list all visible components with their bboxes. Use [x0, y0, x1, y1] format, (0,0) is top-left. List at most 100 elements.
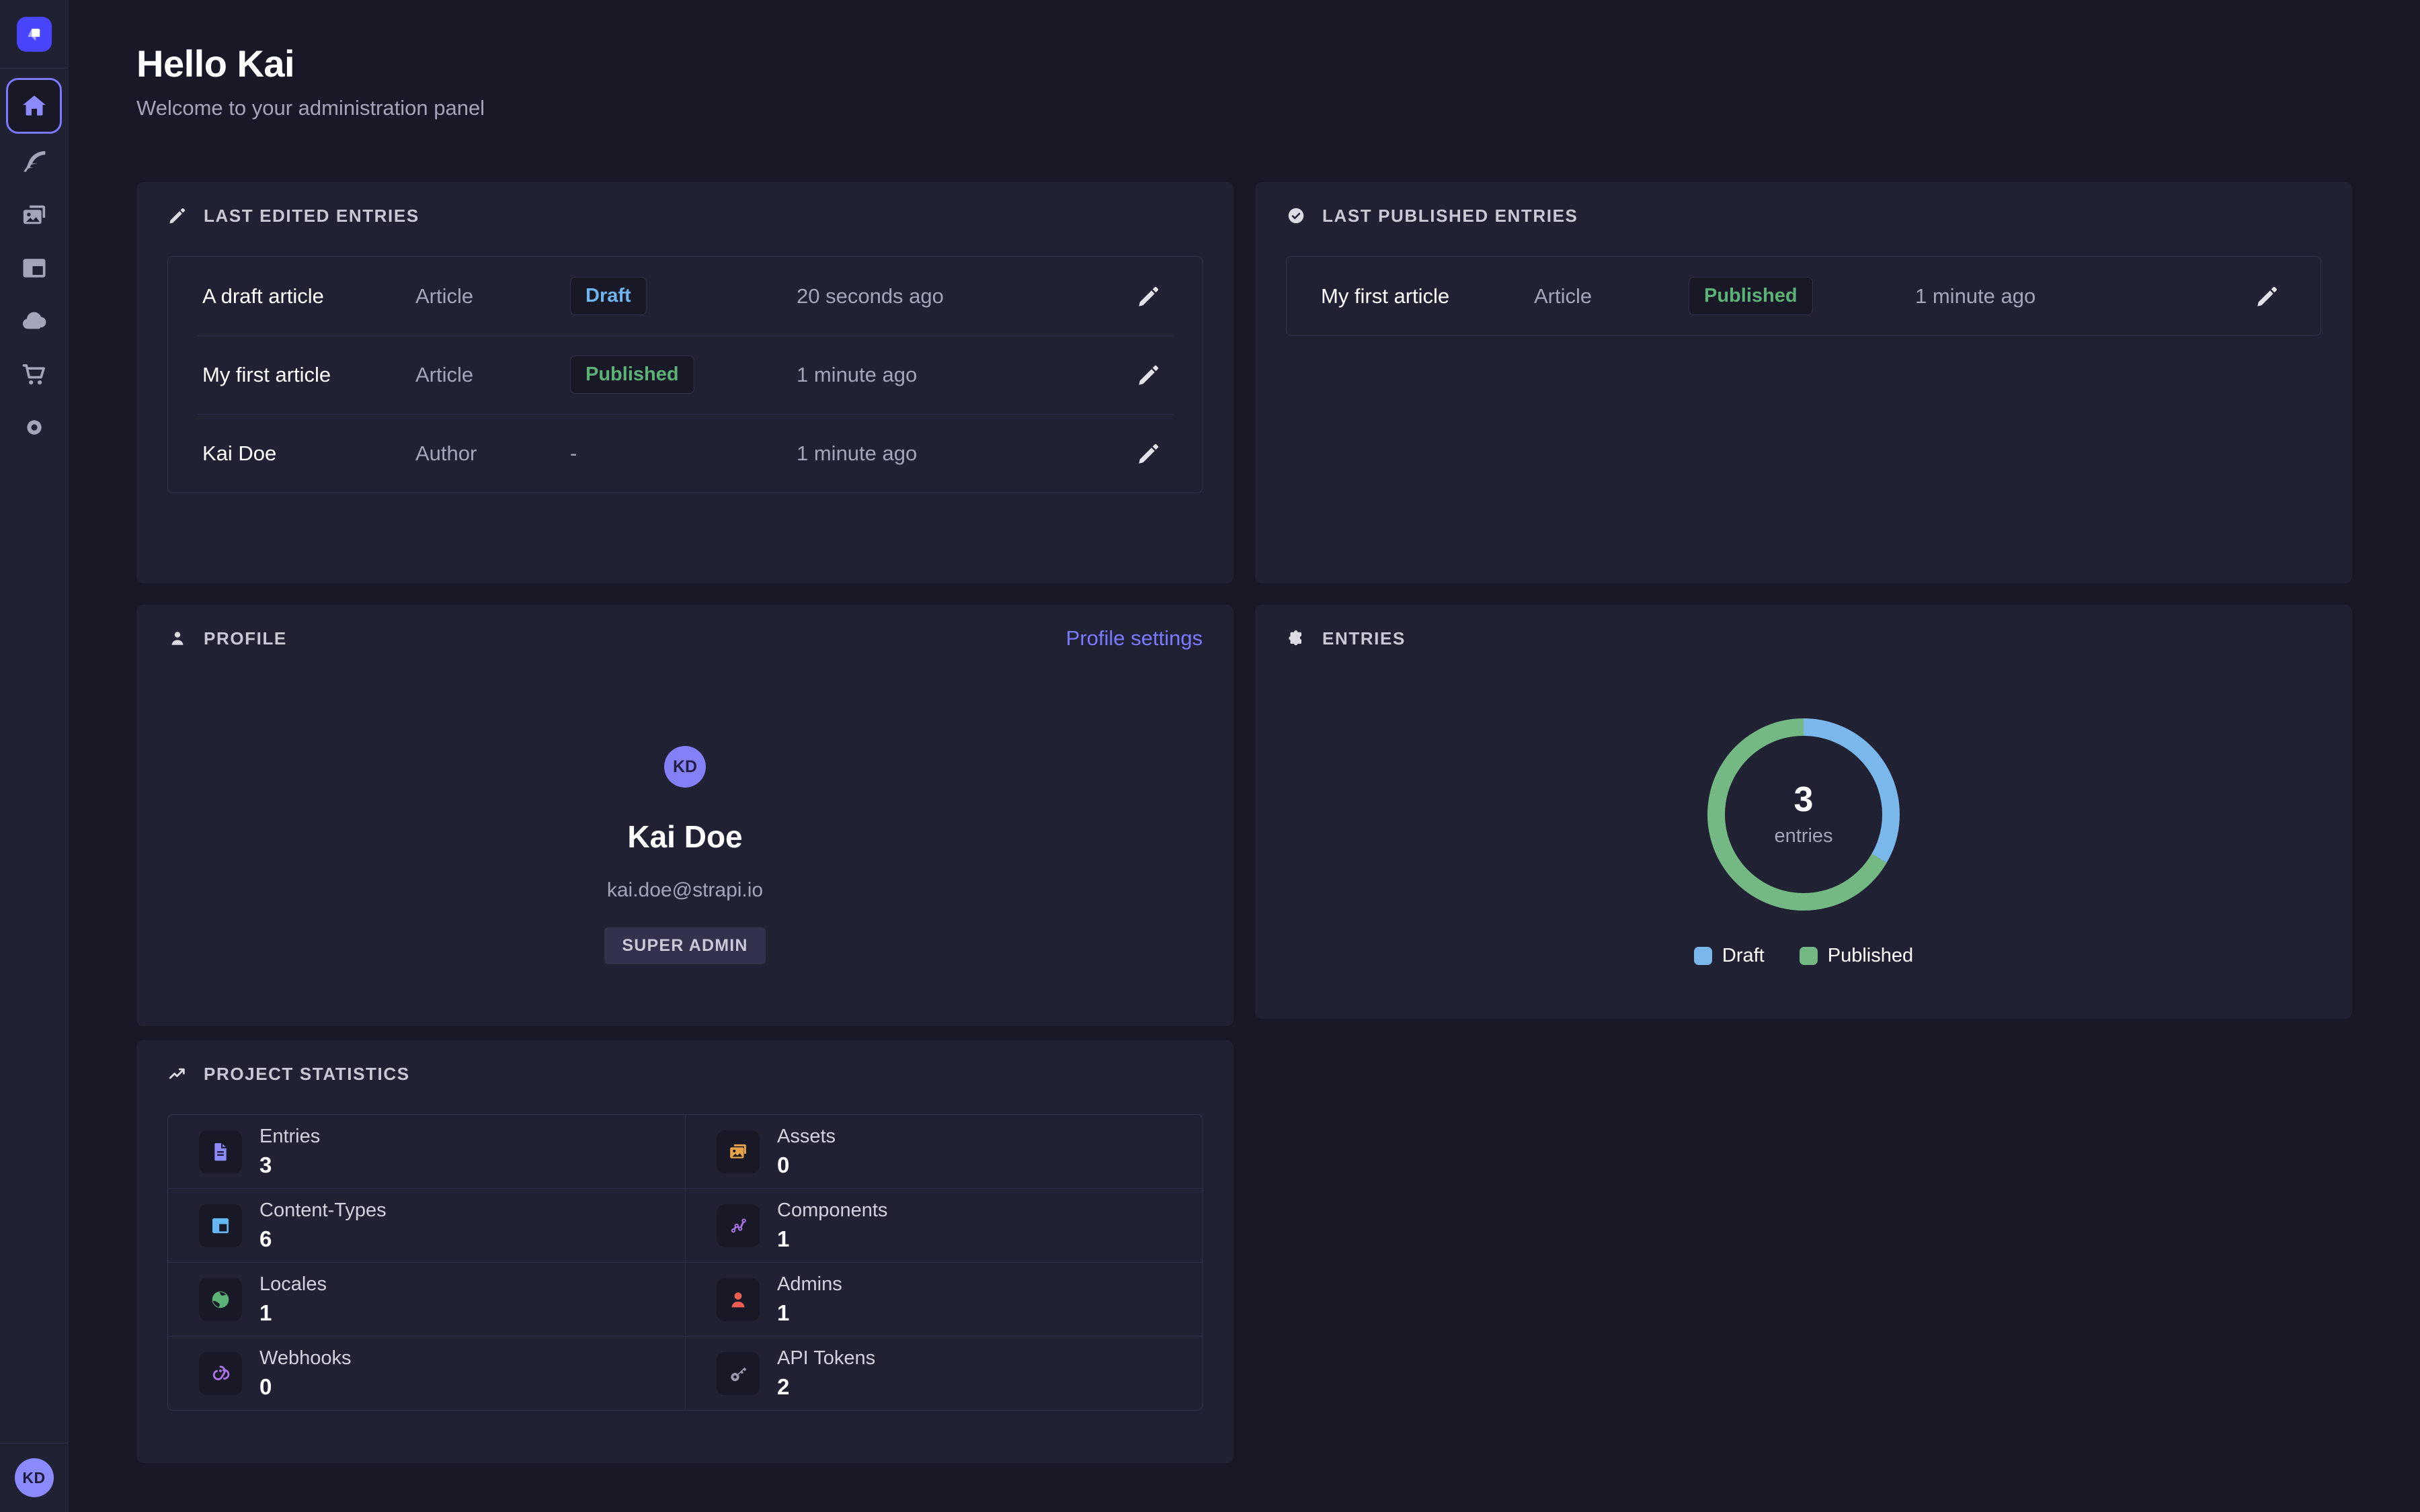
stat-label: API Tokens — [777, 1347, 875, 1370]
table-row[interactable]: Kai Doe Author - 1 minute ago — [168, 414, 1202, 493]
layout-icon — [19, 253, 49, 283]
person-icon — [717, 1278, 760, 1321]
right-column: LAST PUBLISHED ENTRIES My first article … — [1255, 182, 2352, 1463]
stat-label: Admins — [777, 1273, 842, 1296]
stat-admins: Admins 1 — [685, 1263, 1202, 1336]
stat-value: 6 — [259, 1226, 387, 1252]
last-edited-entries-card: LAST EDITED ENTRIES A draft article Arti… — [136, 182, 1234, 583]
main-content: Hello Kai Welcome to your administration… — [69, 0, 2420, 1512]
stat-entries: Entries 3 — [168, 1115, 685, 1188]
pencil-icon — [2255, 284, 2280, 309]
stat-value: 3 — [259, 1152, 320, 1178]
table-row[interactable]: My first article Article Published 1 min… — [168, 335, 1202, 414]
last-edited-table: A draft article Article Draft 20 seconds… — [167, 256, 1203, 493]
check-circle-icon — [1286, 206, 1306, 226]
pencil-icon — [167, 206, 188, 226]
entries-total-label: entries — [1774, 825, 1832, 847]
profile-name: Kai Doe — [627, 818, 742, 855]
sidebar-item-media-library[interactable] — [6, 188, 62, 241]
chart-legend: Draft Published — [1286, 945, 2321, 967]
edit-entry-button[interactable] — [1121, 441, 1162, 466]
entry-name: My first article — [1321, 284, 1534, 308]
entries-card: ENTRIES 3 entries — [1255, 605, 2352, 1019]
stat-label: Content-Types — [259, 1200, 387, 1222]
sidebar-user-avatar[interactable]: KD — [15, 1458, 54, 1497]
page-subtitle: Welcome to your administration panel — [136, 96, 2352, 120]
layout-icon — [199, 1204, 242, 1247]
stat-value: 1 — [259, 1300, 327, 1326]
sidebar-item-content-manager[interactable] — [6, 135, 62, 188]
entry-name: My first article — [202, 363, 415, 387]
document-icon — [199, 1130, 242, 1173]
images-icon — [19, 200, 49, 230]
key-icon — [717, 1352, 760, 1395]
last-published-table: My first article Article Published 1 min… — [1286, 256, 2321, 336]
project-statistics-card: PROJECT STATISTICS Entries 3 — [136, 1040, 1234, 1463]
sidebar: KD — [0, 0, 69, 1512]
profile-avatar: KD — [664, 746, 706, 788]
sidebar-divider-top — [0, 68, 68, 69]
sidebar-footer: KD — [0, 1443, 68, 1512]
cart-icon — [19, 360, 49, 389]
status-badge: Published — [1689, 277, 1813, 315]
edit-entry-button[interactable] — [1121, 284, 1162, 309]
edit-entry-button[interactable] — [1121, 362, 1162, 388]
stat-label: Assets — [777, 1126, 836, 1148]
stat-locales: Locales 1 — [168, 1263, 685, 1336]
legend-label: Published — [1828, 945, 1913, 967]
table-row[interactable]: A draft article Article Draft 20 seconds… — [168, 257, 1202, 335]
profile-settings-link[interactable]: Profile settings — [1066, 626, 1203, 650]
stat-content-types: Content-Types 6 — [168, 1189, 685, 1262]
sidebar-item-settings[interactable] — [6, 401, 62, 454]
edit-entry-button[interactable] — [2240, 284, 2280, 309]
role-badge: SUPER ADMIN — [604, 927, 765, 964]
card-title: ENTRIES — [1322, 628, 1406, 649]
published-swatch — [1800, 947, 1818, 965]
stat-label: Components — [777, 1200, 887, 1222]
card-title: PROJECT STATISTICS — [204, 1064, 410, 1085]
stat-components: Components 1 — [685, 1189, 1202, 1262]
pencil-icon — [1136, 441, 1162, 466]
entry-name: A draft article — [202, 284, 415, 308]
strapi-logo[interactable] — [17, 17, 52, 52]
profile-email: kai.doe@strapi.io — [607, 879, 763, 902]
stat-value: 1 — [777, 1226, 887, 1252]
trend-up-icon — [167, 1064, 188, 1084]
entry-time: 1 minute ago — [797, 442, 1121, 466]
cloud-icon — [19, 306, 49, 336]
card-title: LAST PUBLISHED ENTRIES — [1322, 206, 1578, 226]
entry-name: Kai Doe — [202, 442, 415, 466]
entry-type: Author — [415, 442, 570, 466]
webhook-icon — [199, 1352, 242, 1395]
draft-swatch — [1694, 947, 1712, 965]
status-badge: Draft — [570, 277, 647, 315]
app-root: KD Hello Kai Welcome to your administrat… — [0, 0, 2420, 1512]
entry-time: 20 seconds ago — [797, 284, 1121, 308]
sidebar-item-deploy[interactable] — [6, 294, 62, 347]
left-column: LAST EDITED ENTRIES A draft article Arti… — [136, 182, 1234, 1463]
last-published-entries-card: LAST PUBLISHED ENTRIES My first article … — [1255, 182, 2352, 583]
images-icon — [717, 1130, 760, 1173]
pencil-icon — [1136, 362, 1162, 388]
gear-icon — [19, 413, 49, 442]
feather-icon — [19, 147, 49, 177]
stat-value: 0 — [777, 1152, 836, 1178]
strapi-logo-icon — [22, 22, 46, 46]
sidebar-item-marketplace[interactable] — [6, 347, 62, 401]
sidebar-item-home[interactable] — [6, 78, 62, 134]
card-title: LAST EDITED ENTRIES — [204, 206, 419, 226]
stat-api-tokens: API Tokens 2 — [685, 1337, 1202, 1410]
sidebar-item-content-type-builder[interactable] — [6, 241, 62, 294]
entry-type: Article — [415, 363, 570, 387]
stat-webhooks: Webhooks 0 — [168, 1337, 685, 1410]
pencil-icon — [1136, 284, 1162, 309]
dashboard-grid: LAST EDITED ENTRIES A draft article Arti… — [136, 182, 2352, 1463]
person-icon — [167, 628, 188, 648]
table-row[interactable]: My first article Article Published 1 min… — [1287, 257, 2321, 335]
entry-type: Article — [1534, 284, 1689, 308]
puzzle-icon — [1286, 628, 1306, 648]
legend-item-published: Published — [1800, 945, 1913, 967]
entry-type: Article — [415, 284, 570, 308]
stats-table: Entries 3 Assets 0 — [167, 1114, 1203, 1411]
entries-total: 3 — [1794, 782, 1814, 817]
